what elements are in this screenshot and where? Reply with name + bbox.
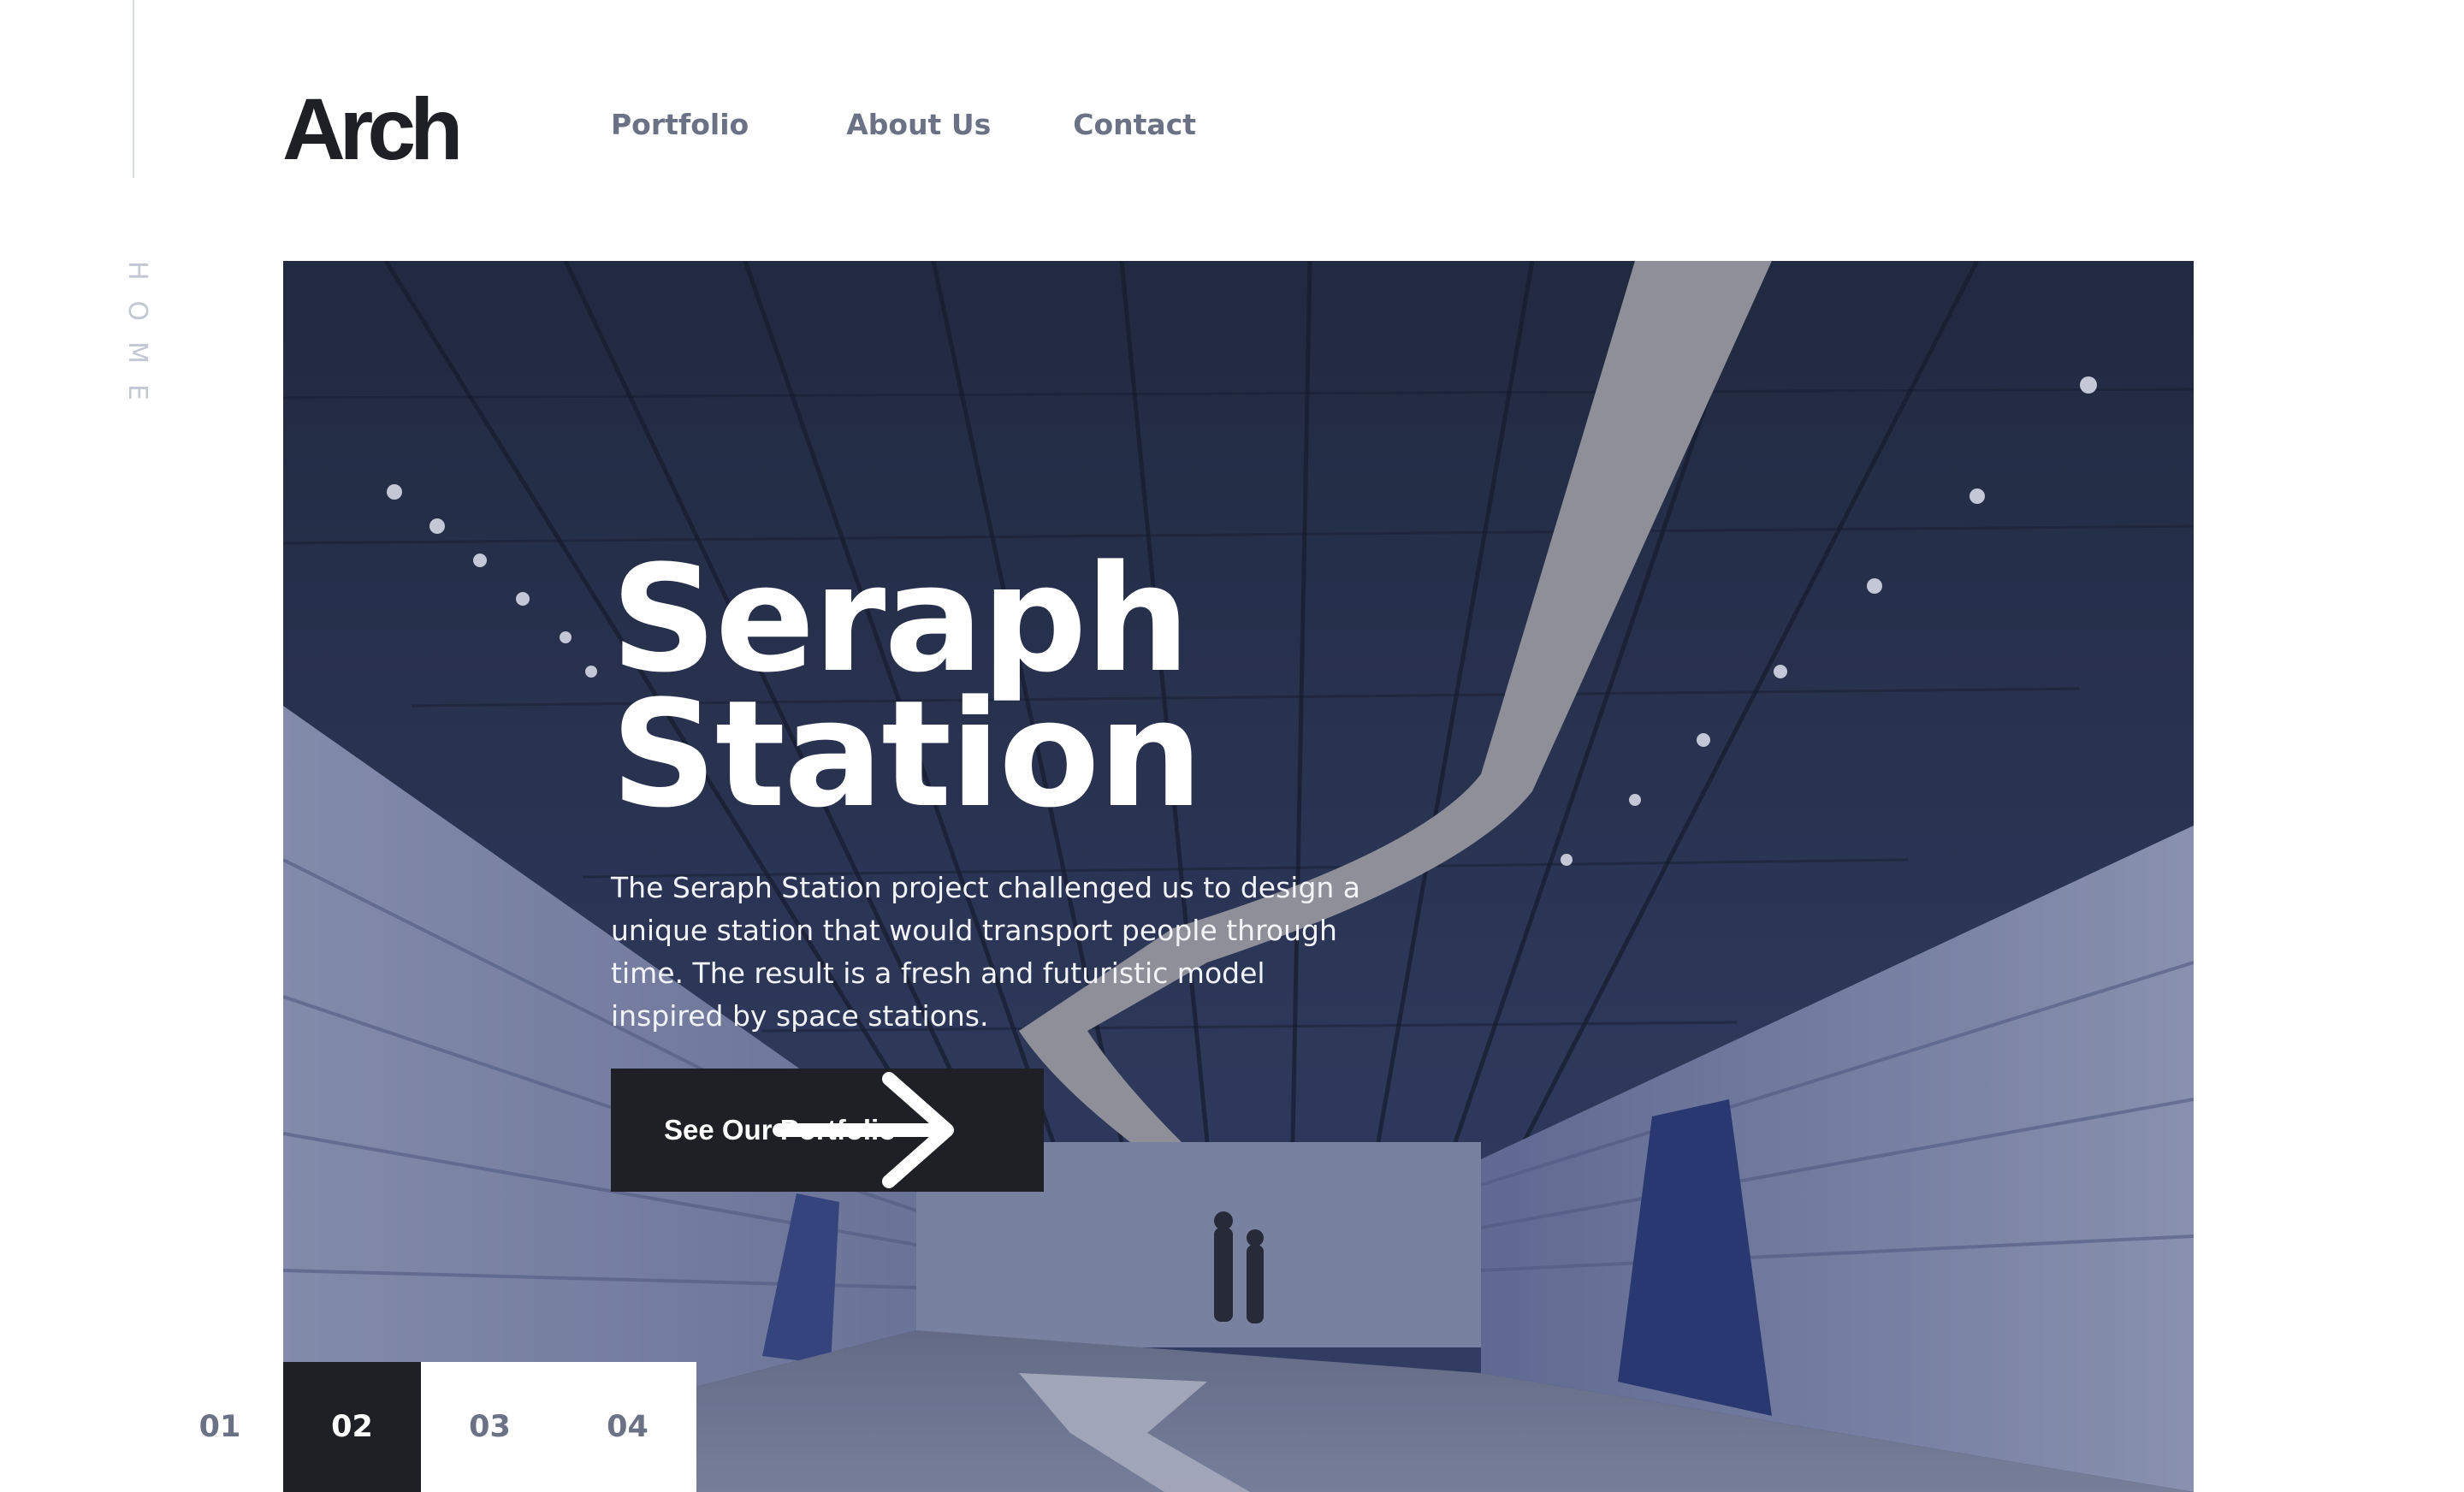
pager-item-02[interactable]: 02 <box>283 1362 421 1492</box>
hero-title: Seraph Station <box>611 546 1381 828</box>
nav-contact[interactable]: Contact <box>1073 108 1196 141</box>
main-nav: Portfolio About Us Contact <box>611 108 1196 141</box>
pager-item-01[interactable]: 01 <box>157 1362 283 1492</box>
page-indicator-label: HOME <box>122 261 152 422</box>
hero-slide: Seraph Station The Seraph Station projec… <box>283 261 2194 1492</box>
slide-pager: 01 02 03 04 <box>157 1362 696 1492</box>
hero-description: The Seraph Station project challenged us… <box>611 871 1361 1033</box>
nav-portfolio[interactable]: Portfolio <box>611 108 749 141</box>
pager-item-03[interactable]: 03 <box>421 1362 559 1492</box>
hero-title-line2: Station <box>611 668 1203 840</box>
side-divider <box>133 0 134 178</box>
arrow-right-icon <box>773 1072 954 1188</box>
nav-about-us[interactable]: About Us <box>846 108 991 141</box>
hero-content: Seraph Station The Seraph Station projec… <box>611 546 1381 1038</box>
pager-item-04[interactable]: 04 <box>559 1362 696 1492</box>
logo[interactable]: Arch <box>282 86 463 173</box>
see-portfolio-button[interactable]: See Our Portfolio <box>611 1069 1044 1192</box>
